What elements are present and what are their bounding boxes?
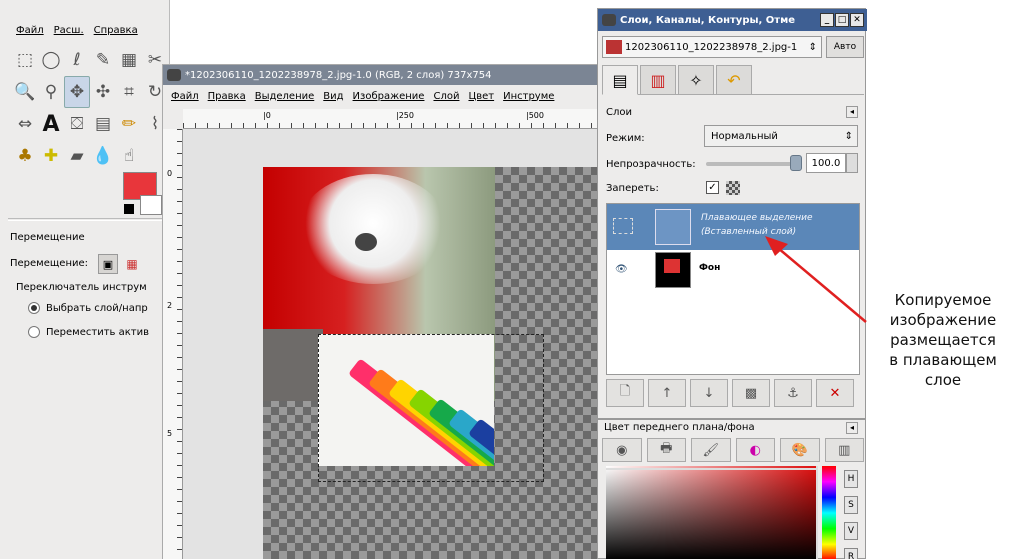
annotation-arrow [765,236,867,323]
annotation-text: Копируемое изображение размещается в пла… [868,290,1018,390]
annotation-line: Копируемое [894,291,992,309]
annotation-line: изображение [889,311,997,329]
annotation-line: размещается [890,331,996,349]
arrow-line [777,247,867,323]
screenshot-root: Файл Расш. Справка ⬚ ◯ ℓ ✎ ▦ ✂ 🔍 ⚲ ✥ ✣ ⌗… [0,0,1018,559]
annotation-line: в плавающем [889,351,997,369]
annotation-line: слое [924,371,962,389]
